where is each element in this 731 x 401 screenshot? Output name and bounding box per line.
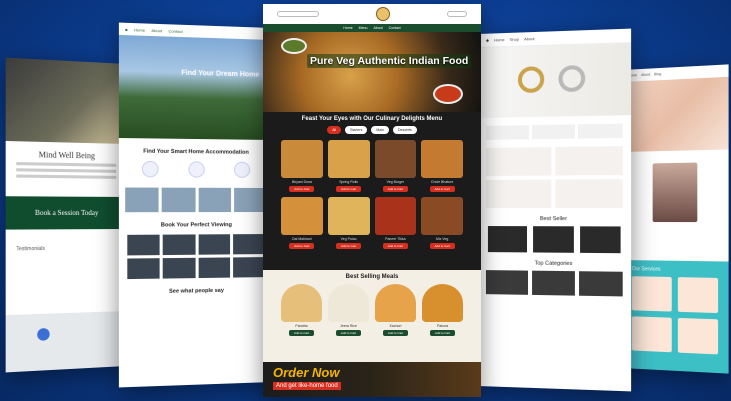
menu-item[interactable]: Veg Pulao Add to Cart bbox=[328, 197, 370, 249]
cta-banner: Book a Session Today bbox=[6, 196, 126, 229]
profile-photo bbox=[652, 163, 697, 223]
menu-item[interactable]: Paneer Tikka Add to Cart bbox=[375, 197, 417, 249]
best-item[interactable]: Paratha Add to Cart bbox=[281, 284, 322, 336]
menu-item[interactable]: Mix Veg Add to Cart bbox=[421, 197, 463, 249]
services-grid bbox=[622, 276, 729, 355]
best-item[interactable]: Jeera Rice Add to Cart bbox=[328, 284, 369, 336]
section-title: Find Your Smart Home Accommodation bbox=[119, 148, 272, 156]
text-line bbox=[16, 162, 116, 167]
services-section: Our Services bbox=[622, 260, 729, 374]
order-banner: Order Now And get like-home food bbox=[263, 362, 481, 397]
feature-row bbox=[478, 115, 631, 148]
hero-image: Find Your Dream Home bbox=[119, 35, 272, 140]
menu-item[interactable]: Chole Bhature Add to Cart bbox=[421, 140, 463, 192]
services-heading: Our Services bbox=[632, 266, 729, 274]
best-item[interactable]: Kachori Add to Cart bbox=[375, 284, 416, 336]
best-seller-heading: Best Seller bbox=[478, 216, 631, 222]
logo-icon bbox=[376, 7, 390, 21]
category-grid bbox=[478, 270, 631, 297]
site-title: Mind Well Being bbox=[6, 149, 126, 161]
menu-item[interactable]: Veg Burger Add to Cart bbox=[375, 140, 417, 192]
chutney-bowl bbox=[281, 38, 307, 54]
hero-banner bbox=[478, 43, 631, 118]
menu-grid: Biryani Dosa Add to Cart Spring Rolls Add … bbox=[263, 140, 481, 249]
ring-icon bbox=[518, 66, 544, 93]
text-line bbox=[16, 174, 116, 178]
text-line bbox=[16, 168, 116, 173]
ring-icon bbox=[559, 65, 586, 92]
sauce-bowl bbox=[433, 84, 463, 104]
website-preview-baby: Home About Blog Our Services bbox=[622, 64, 729, 373]
search-input[interactable] bbox=[277, 11, 319, 17]
best-grid: Paratha Add to Cart Jeera Rice Add to Cart… bbox=[263, 284, 481, 336]
order-now-title: Order Now bbox=[273, 365, 339, 380]
hero-headline: Pure Veg Authentic Indian Food bbox=[307, 54, 471, 68]
menu-row: Home Menu About Contact bbox=[263, 24, 481, 32]
menu-heading: Feast Your Eyes with Our Culinary Deligh… bbox=[263, 116, 481, 122]
testimonials-heading: Testimonials bbox=[6, 239, 126, 259]
top-bar bbox=[263, 4, 481, 24]
order-now-subtitle: And get like-home food bbox=[273, 382, 341, 390]
website-preview-wellbeing: Mind Well Being Book a Session Today Tes… bbox=[6, 58, 126, 373]
best-selling-section: Best Selling Meals Paratha Add to Cart Je… bbox=[263, 270, 481, 362]
top-categories-heading: Top Categories bbox=[478, 260, 631, 268]
hero-banner: Pure Veg Authentic Indian Food bbox=[263, 32, 481, 112]
product-grid bbox=[478, 226, 631, 253]
menu-item[interactable]: Biryani Dosa Add to Cart bbox=[281, 140, 323, 192]
best-selling-heading: Best Selling Meals bbox=[263, 274, 481, 280]
hero-image bbox=[6, 58, 126, 144]
pill-all[interactable]: All bbox=[327, 126, 341, 134]
best-item[interactable]: Pakora Add to Cart bbox=[422, 284, 463, 336]
pill-starters[interactable]: Starters bbox=[345, 126, 367, 134]
website-preview-realestate: ■ Home About Contact Find Your Dream Home F… bbox=[119, 23, 272, 388]
category-tiles bbox=[478, 146, 631, 208]
footer bbox=[6, 311, 126, 372]
hero-image bbox=[622, 77, 729, 152]
tour-gallery bbox=[119, 234, 272, 279]
cart-button[interactable] bbox=[447, 11, 467, 17]
pill-desserts[interactable]: Desserts bbox=[393, 126, 417, 134]
logo-icon bbox=[37, 328, 49, 341]
listing-thumbnails bbox=[119, 187, 272, 212]
pill-main[interactable]: Main bbox=[371, 126, 389, 134]
reviews-title: See what people say bbox=[119, 287, 272, 296]
menu-item[interactable]: Dal Makhani Add to Cart bbox=[281, 197, 323, 249]
tours-title: Book Your Perfect Viewing bbox=[119, 222, 272, 229]
website-preview-food: Home Menu About Contact Pure Veg Authentic … bbox=[263, 4, 481, 397]
feature-icons bbox=[119, 161, 272, 178]
website-preview-jewelry: ◆ Home Shop About Best Seller Top Categorie… bbox=[478, 29, 631, 392]
hero-title: Find Your Dream Home bbox=[181, 70, 259, 79]
menu-item[interactable]: Spring Rolls Add to Cart bbox=[328, 140, 370, 192]
category-pills: All Starters Main Desserts bbox=[263, 126, 481, 134]
